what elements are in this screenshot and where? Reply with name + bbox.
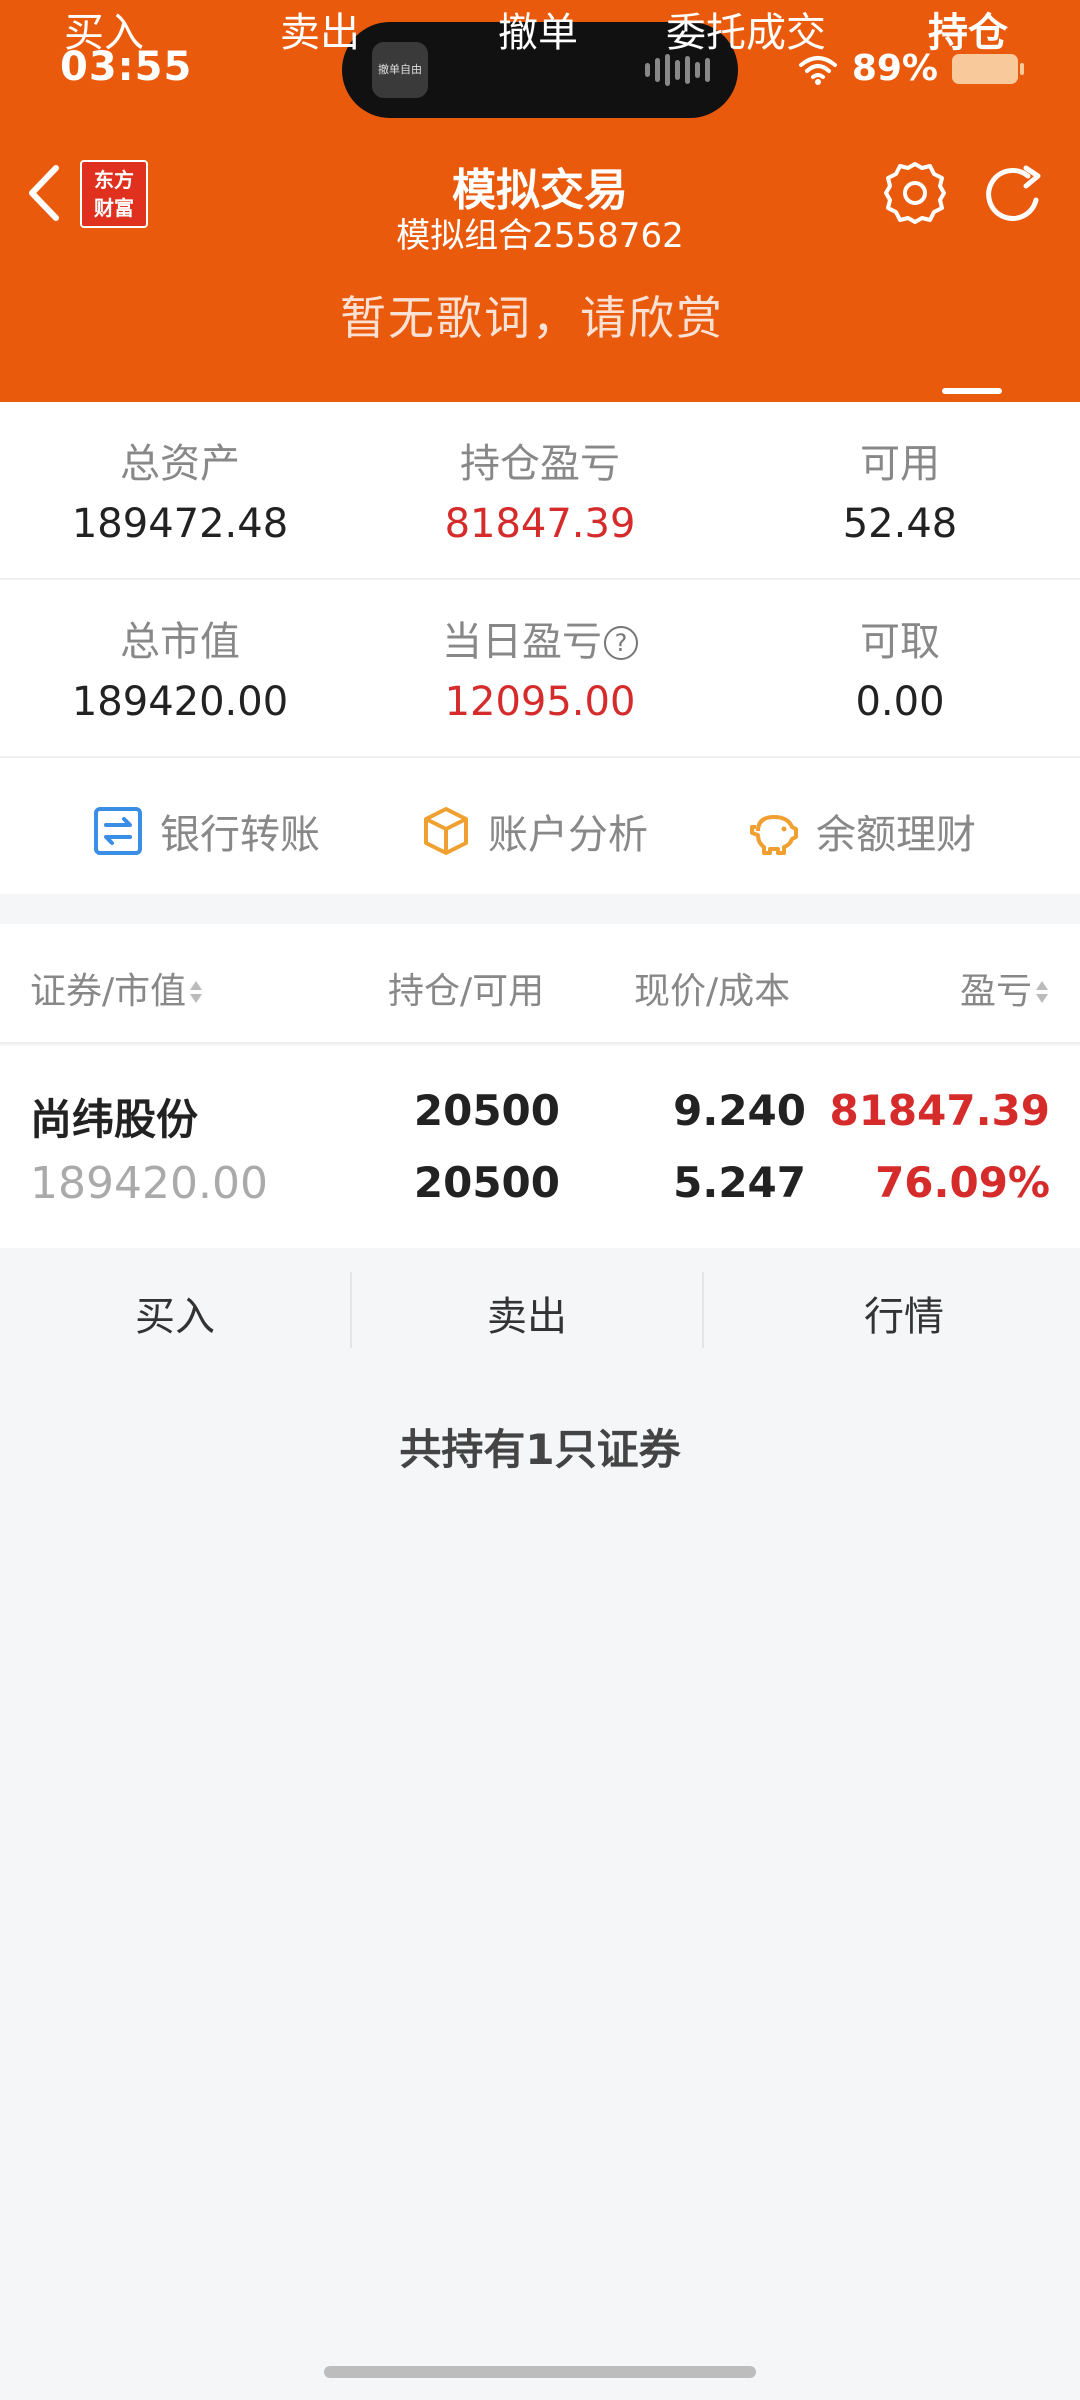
battery-percentage: 89% [851,48,938,89]
account-analysis-label: 账户分析 [488,812,648,858]
home-indicator[interactable] [324,2366,756,2378]
bank-transfer-button[interactable]: 银行转账 [92,802,320,860]
tab-sell[interactable]: 卖出 [280,0,360,58]
stock-cost: 5.247 [673,1158,806,1207]
now-playing-thumbnail: 撤单自由 [372,42,428,98]
account-analysis-button[interactable]: 账户分析 [420,802,648,860]
quick-actions: 银行转账 账户分析 余额理财 [0,758,1080,894]
stock-pnl-percent: 76.09% [875,1158,1050,1207]
available-funds: 可用 52.48 [720,436,1080,552]
column-position-available: 持仓/可用 [388,971,545,1012]
table-row[interactable]: 尚纬股份 189420.00 20500 20500 9.240 5.247 8… [0,1046,1080,1248]
gear-icon[interactable] [880,158,950,228]
row-buy-button[interactable]: 买入 [0,1284,350,1342]
app-header: 03:55 撤单自由 89% 东方 财富 模拟交易 模拟组合2558762 买入 … [0,0,1080,402]
stock-position: 20500 [413,1086,560,1135]
stock-pnl: 81847.39 [829,1086,1050,1135]
stock-price: 9.240 [673,1086,806,1135]
balance-wealth-button[interactable]: 余额理财 [748,802,976,860]
available-value: 52.48 [842,501,958,547]
stock-name: 尚纬股份 [30,1095,199,1144]
position-pnl: 持仓盈亏 81847.39 [360,436,720,552]
total-assets-value: 189472.48 [71,501,289,547]
total-market-value-value: 189420.00 [71,679,289,725]
tab-positions[interactable]: 持仓 [928,0,1008,58]
daily-pnl: 当日盈亏? 12095.00 [360,614,720,730]
help-icon[interactable]: ? [604,626,638,660]
tab-buy[interactable]: 买入 [64,0,144,58]
sort-icon [1036,981,1048,1003]
box-icon [424,807,468,855]
refresh-icon[interactable] [978,160,1050,230]
withdrawable-value: 0.00 [855,679,945,725]
position-pnl-value: 81847.39 [444,501,636,547]
total-assets-label: 总资产 [120,441,240,487]
row-sell-button[interactable]: 卖出 [352,1284,702,1342]
sort-icon [190,981,203,1003]
column-price-cost: 现价/成本 [634,971,791,1012]
column-security-value-label: 证券/市值 [30,971,187,1012]
row-quote-button[interactable]: 行情 [704,1284,1080,1342]
bank-transfer-label: 银行转账 [160,812,320,858]
total-market-value: 总市值 189420.00 [0,614,360,730]
position-pnl-label: 持仓盈亏 [460,441,620,487]
total-assets: 总资产 189472.48 [0,436,360,552]
column-pnl[interactable]: 盈亏 [960,962,1050,1014]
balance-wealth-label: 余额理财 [816,812,976,858]
holdings-count: 共持有1只证券 [399,1425,681,1474]
withdrawable-funds: 可取 0.00 [720,614,1080,730]
daily-pnl-label-wrap: 当日盈亏? [360,614,720,670]
total-market-value-label: 总市值 [120,619,240,665]
daily-pnl-label: 当日盈亏 [442,619,602,665]
lyric-overlay: 暂无歌词，请欣赏 [340,291,724,345]
summary-row: 总市值 189420.00 当日盈亏? 12095.00 可取 0.00 [0,580,1080,758]
stock-available: 20500 [413,1158,560,1207]
holdings-table-header: 证券/市值 持仓/可用 现价/成本 盈亏 [0,924,1080,1044]
summary-row: 总资产 189472.48 持仓盈亏 81847.39 可用 52.48 [0,402,1080,580]
tab-cancel-order[interactable]: 撤单 [498,0,578,58]
column-security-value[interactable]: 证券/市值 [30,962,204,1014]
account-summary: 总资产 189472.48 持仓盈亏 81847.39 可用 52.48 总市值… [0,402,1080,894]
battery-icon [952,53,1024,84]
tab-orders-trades[interactable]: 委托成交 [666,0,826,58]
daily-pnl-value: 12095.00 [444,679,636,725]
row-actions: 买入 卖出 行情 [0,1250,1080,1370]
piggy-bank-icon [750,815,798,855]
stock-market-value: 189420.00 [30,1158,268,1209]
withdrawable-label: 可取 [860,619,940,665]
available-label: 可用 [860,441,940,487]
column-pnl-label: 盈亏 [959,971,1032,1012]
active-tab-indicator [942,388,1002,394]
transfer-icon [94,807,142,855]
